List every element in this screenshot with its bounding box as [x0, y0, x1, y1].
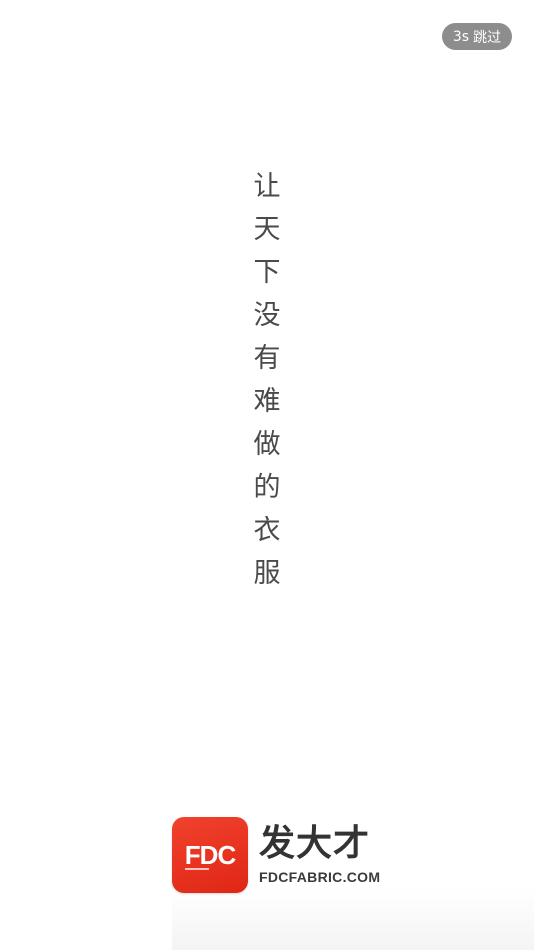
slogan: 让 天 下 没 有 难 做 的 衣 服 — [244, 165, 290, 595]
logo-text: FDC — [185, 840, 237, 870]
fdc-logo-mark: FDC — [185, 840, 237, 870]
brand-text: 发大才 FDCFABRIC.COM — [259, 824, 380, 886]
slogan-char: 服 — [253, 558, 281, 589]
brand-block: FDC 发大才 FDCFABRIC.COM — [172, 817, 380, 893]
brand-url: FDCFABRIC.COM — [259, 869, 381, 885]
slogan-char: 衣 — [253, 515, 281, 546]
brand-name: 发大才 — [259, 823, 371, 864]
bottom-backdrop — [172, 888, 534, 950]
slogan-char: 难 — [253, 386, 281, 417]
slogan-char: 没 — [253, 300, 281, 331]
skip-button[interactable]: 3s 跳过 — [442, 23, 512, 50]
slogan-char: 让 — [253, 171, 281, 202]
slogan-char: 有 — [253, 343, 281, 374]
slogan-char: 下 — [253, 257, 281, 288]
skip-countdown: 3s — [452, 28, 470, 45]
splash-screen: 3s 跳过 让 天 下 没 有 难 做 的 衣 服 FDC 发大才 FDCFAB… — [0, 0, 534, 950]
slogan-char: 做 — [253, 429, 281, 460]
fdc-logo-icon: FDC — [172, 817, 248, 893]
slogan-char: 天 — [253, 214, 281, 245]
skip-label: 跳过 — [473, 29, 502, 46]
slogan-char: 的 — [253, 472, 281, 503]
